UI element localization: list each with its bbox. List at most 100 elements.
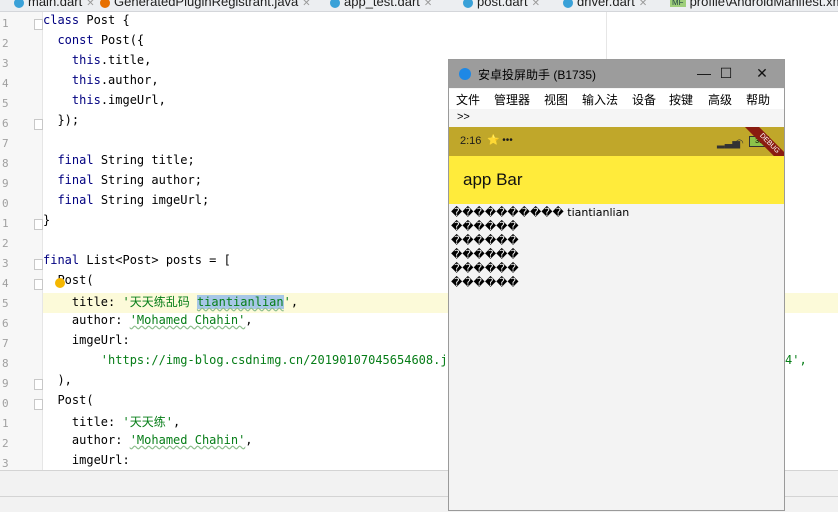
- menu-input-method[interactable]: 输入法: [582, 91, 618, 108]
- menu-view[interactable]: 视图: [544, 91, 568, 108]
- editor-tab[interactable]: main.dart ✕: [14, 0, 95, 11]
- line-number: 8: [2, 357, 9, 370]
- close-tab-icon[interactable]: ✕: [424, 0, 432, 9]
- string-token: '天天练乱码: [122, 295, 197, 309]
- code-token: Post {: [86, 13, 130, 27]
- line-number: 8: [2, 157, 9, 170]
- code-token: ,: [290, 295, 299, 309]
- code-token: ,: [172, 415, 181, 429]
- keyword-token: const: [57, 33, 101, 47]
- fold-marker-icon[interactable]: [34, 259, 43, 270]
- line-number-gutter: 1 2 3 4 5 6 7 8 9 0 1 2 3 4 5 6 7 8 9 0 1 2 3: [0, 12, 43, 470]
- code-token: List<Post> posts = [: [86, 253, 231, 267]
- window-title: 安卓投屏助手 (B1735): [478, 68, 597, 82]
- intention-bulb-icon[interactable]: [55, 278, 65, 288]
- code-token: .author,: [100, 73, 159, 87]
- editor-tab-bar: main.dart ✕ GeneratedPluginRegistrant.java…: [0, 0, 838, 12]
- keyword-token: class: [43, 13, 87, 27]
- fold-marker-icon[interactable]: [34, 279, 43, 290]
- editor-tab[interactable]: MFprofile\AndroidManifest.xml✕: [670, 0, 838, 11]
- menu-keys[interactable]: 按键: [669, 91, 693, 108]
- code-line: final String imgeUrl;: [43, 193, 209, 213]
- fold-marker-icon[interactable]: [34, 119, 43, 130]
- code-line: ),: [43, 373, 71, 393]
- code-token: String title;: [100, 153, 195, 167]
- dart-file-icon: [563, 0, 573, 8]
- keyword-token: final: [57, 193, 101, 207]
- fold-marker-icon[interactable]: [34, 379, 43, 390]
- menu-device[interactable]: 设备: [632, 91, 656, 108]
- code-line: class Post {: [43, 13, 130, 33]
- status-notification-icons: ⭐ •••: [487, 135, 513, 146]
- code-token: Post(: [43, 273, 94, 287]
- code-line: this.author,: [43, 73, 159, 93]
- editor-tab[interactable]: app_test.dart ✕: [330, 0, 432, 11]
- string-token: 'https://img-blog.csdnimg.cn/20190107045…: [100, 353, 470, 367]
- emulator-window: 安卓投屏助手 (B1735) — ☐ ✕ 文件 管理器 视图 输入法 设备 按键…: [448, 59, 785, 511]
- menu-file[interactable]: 文件: [456, 91, 480, 108]
- close-tab-icon[interactable]: ✕: [639, 0, 647, 9]
- close-tab-icon[interactable]: ✕: [302, 0, 310, 9]
- line-number: 5: [2, 97, 9, 110]
- code-token: imgeUrl:: [43, 333, 130, 347]
- window-title-bar[interactable]: 安卓投屏助手 (B1735) — ☐ ✕: [449, 60, 784, 88]
- status-time: 2:16: [460, 135, 482, 147]
- code-line: title: '天天练',: [43, 413, 180, 433]
- list-item: ������: [451, 220, 519, 233]
- menu-manager[interactable]: 管理器: [494, 91, 530, 108]
- fold-marker-icon[interactable]: [34, 219, 43, 230]
- close-button[interactable]: ✕: [751, 63, 773, 83]
- line-number: 4: [2, 277, 9, 290]
- code-token: .title,: [100, 53, 152, 67]
- code-line: imgeUrl:: [43, 453, 130, 470]
- dart-file-icon: [463, 0, 473, 8]
- keyword-token: this: [71, 93, 101, 107]
- code-token: String imgeUrl;: [100, 193, 210, 207]
- code-token: String author;: [100, 173, 202, 187]
- line-number: 6: [2, 117, 9, 130]
- code-line: final List<Post> posts = [: [43, 253, 231, 273]
- editor-tab[interactable]: post.dart ✕: [463, 0, 540, 11]
- keyword-token: final: [57, 153, 101, 167]
- line-number: 9: [2, 177, 9, 190]
- close-tab-icon[interactable]: ✕: [86, 0, 94, 9]
- editor-tab[interactable]: GeneratedPluginRegistrant.java ✕: [100, 0, 311, 11]
- code-line: 'https://img-blog.csdnimg.cn/20190107045…: [43, 353, 469, 373]
- code-line: this.title,: [43, 53, 151, 73]
- fold-marker-icon[interactable]: [34, 399, 43, 410]
- string-token: 'Mohamed Chahin': [129, 433, 246, 447]
- wifi-icon: ◠: [735, 138, 744, 149]
- string-token: tiantianlian: [196, 295, 284, 309]
- editor-tab[interactable]: driver.dart ✕: [563, 0, 647, 11]
- menu-help[interactable]: 帮助: [746, 91, 770, 108]
- fold-marker-icon[interactable]: [34, 19, 43, 30]
- string-token: 4',: [785, 353, 807, 367]
- java-file-icon: [100, 0, 110, 8]
- post-list: ���������� tiantianlian ������ ������ ��…: [451, 206, 629, 290]
- minimize-button[interactable]: —: [693, 63, 715, 83]
- line-number: 3: [2, 57, 9, 70]
- line-number: 2: [2, 37, 9, 50]
- list-item: ������: [451, 248, 519, 261]
- phone-screen[interactable]: 2:16 ⭐ ••• ▂▃▅ ◠ 30 DEBUG app Bar ������…: [449, 127, 784, 510]
- code-line: });: [43, 113, 79, 133]
- toolbar-overflow-button[interactable]: >>: [457, 111, 470, 123]
- editor-tab-label: main.dart: [28, 0, 83, 9]
- editor-tab-label: profile\AndroidManifest.xml: [689, 0, 838, 9]
- line-number: 4: [2, 77, 9, 90]
- line-number: 1: [2, 417, 9, 430]
- string-token: '天天练': [122, 415, 173, 429]
- code-token: Post(: [43, 393, 94, 407]
- line-number: 9: [2, 377, 9, 390]
- app-bar-title: app Bar: [463, 170, 523, 189]
- menu-advanced[interactable]: 高级: [708, 91, 732, 108]
- list-item: ������: [451, 234, 519, 247]
- maximize-button[interactable]: ☐: [715, 63, 737, 83]
- close-tab-icon[interactable]: ✕: [532, 0, 540, 9]
- dart-file-icon: [330, 0, 340, 8]
